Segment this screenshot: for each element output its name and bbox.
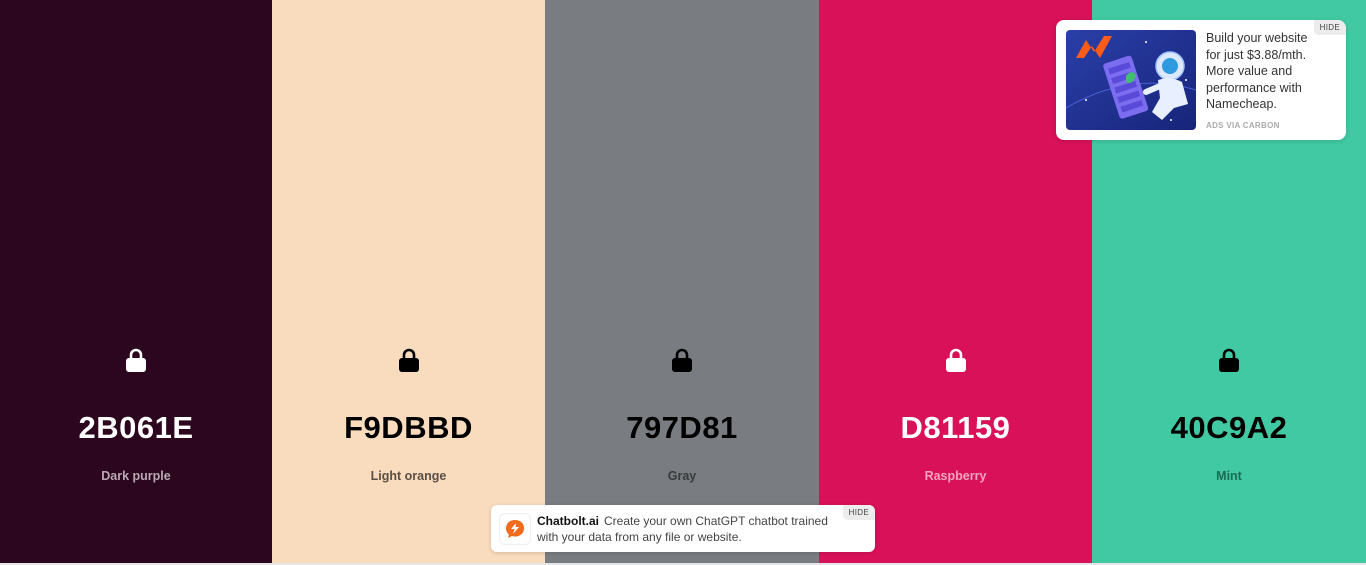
lock-icon[interactable] bbox=[398, 346, 420, 372]
hide-ad-button[interactable]: HIDE bbox=[842, 505, 875, 520]
lock-icon[interactable] bbox=[945, 346, 967, 372]
chat-ad-text[interactable]: Chatbolt.ai Create your own ChatGPT chatb… bbox=[537, 513, 837, 545]
chatbolt-ad[interactable]: Chatbolt.ai Create your own ChatGPT chatb… bbox=[491, 505, 875, 552]
color-swatch-light-orange[interactable]: F9DBBD Light orange bbox=[272, 0, 545, 563]
color-hex[interactable]: 797D81 bbox=[626, 410, 738, 446]
ad-text[interactable]: Build your website for just $3.88/mth. M… bbox=[1206, 30, 1316, 114]
chatbolt-logo-icon[interactable] bbox=[499, 513, 531, 545]
color-swatch-gray[interactable]: 797D81 Gray bbox=[545, 0, 819, 563]
color-name: Mint bbox=[1216, 469, 1242, 483]
lock-icon[interactable] bbox=[125, 346, 147, 372]
color-hex[interactable]: D81159 bbox=[901, 410, 1011, 446]
ad-via-label[interactable]: ADS VIA CARBON bbox=[1206, 121, 1280, 130]
color-name: Gray bbox=[667, 469, 697, 483]
lock-icon[interactable] bbox=[671, 346, 693, 372]
lock-icon[interactable] bbox=[1218, 346, 1240, 372]
chat-ad-brand[interactable]: Chatbolt.ai bbox=[537, 514, 599, 528]
color-hex[interactable]: 40C9A2 bbox=[1171, 410, 1288, 446]
color-name: Light orange bbox=[370, 469, 447, 483]
hide-ad-button[interactable]: HIDE bbox=[1313, 20, 1346, 35]
color-swatch-dark-purple[interactable]: 2B061E Dark purple bbox=[0, 0, 272, 563]
color-hex[interactable]: 2B061E bbox=[78, 410, 193, 446]
ad-image[interactable] bbox=[1066, 30, 1196, 130]
carbon-ad[interactable]: Build your website for just $3.88/mth. M… bbox=[1056, 20, 1346, 140]
color-swatch-raspberry[interactable]: D81159 Raspberry bbox=[819, 0, 1092, 563]
color-hex[interactable]: F9DBBD bbox=[344, 410, 473, 446]
color-name: Dark purple bbox=[101, 469, 171, 483]
color-name: Raspberry bbox=[924, 469, 987, 483]
